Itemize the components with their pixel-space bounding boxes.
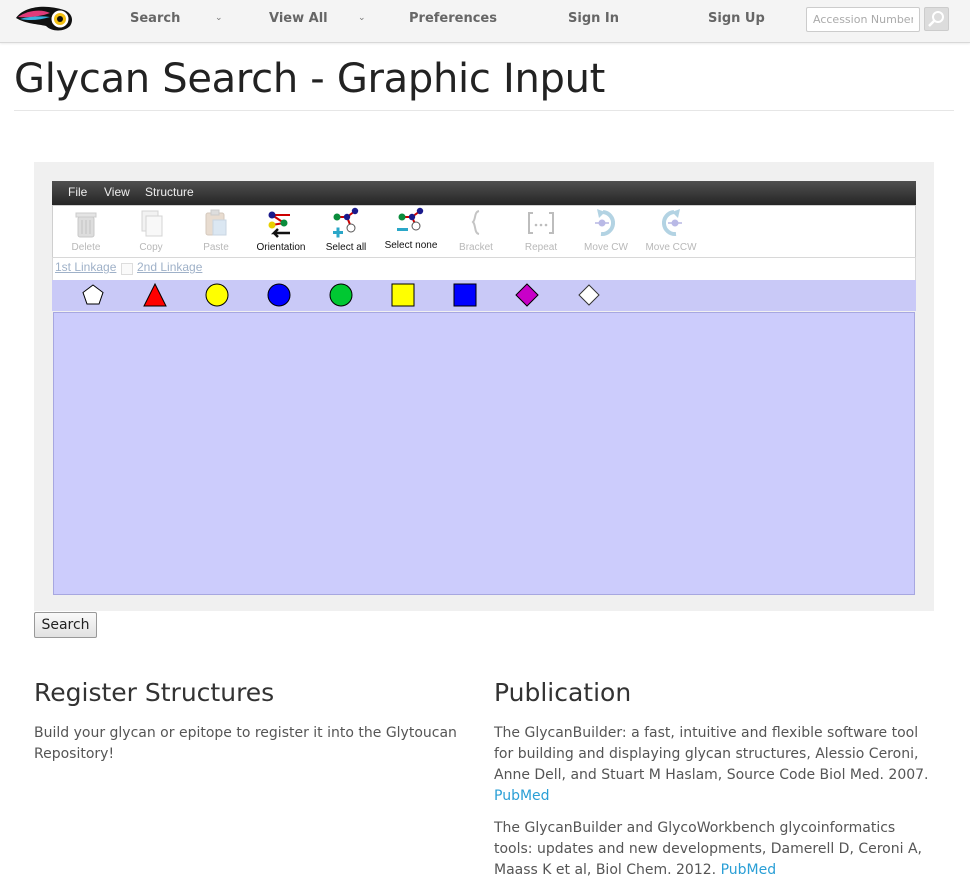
monosaccharide-palette	[52, 280, 916, 311]
nav-sign-in[interactable]: Sign In	[568, 11, 619, 26]
move-ccw-icon	[661, 209, 682, 237]
view-all-dropdown-chevron-icon[interactable]: ⌄	[358, 13, 366, 23]
tool-select-all[interactable]: Select all	[316, 206, 376, 258]
editor-menubar: File View Structure	[52, 181, 916, 205]
green-circle-icon[interactable]	[329, 283, 353, 307]
top-navbar: Search ⌄ View All ⌄ Preferences Sign In …	[0, 0, 970, 43]
tool-bracket-label: Bracket	[459, 242, 493, 253]
repeat-icon	[528, 212, 554, 234]
tool-select-all-label: Select all	[325, 242, 367, 253]
tool-select-none[interactable]: Select none	[381, 206, 441, 258]
blue-square-icon[interactable]	[453, 283, 477, 307]
white-diamond-icon[interactable]	[577, 283, 601, 307]
tool-orientation[interactable]: Orientation	[251, 206, 311, 258]
tool-orientation-label: Orientation	[256, 242, 306, 253]
search-button[interactable]: Search	[34, 612, 97, 638]
yellow-circle-icon[interactable]	[205, 283, 229, 307]
tool-select-none-label: Select none	[384, 240, 438, 251]
publication-ref-1: The GlycanBuilder: a fast, intuitive and…	[494, 723, 934, 807]
first-linkage-link[interactable]: 1st Linkage	[55, 260, 116, 274]
tool-delete-label: Delete	[71, 242, 101, 253]
red-triangle-icon[interactable]	[143, 283, 167, 307]
orientation-icon	[268, 211, 290, 238]
tool-repeat[interactable]: Repeat	[511, 206, 571, 258]
accession-search-button[interactable]	[924, 7, 949, 31]
move-cw-icon	[595, 209, 616, 237]
accession-number-input[interactable]	[806, 7, 920, 32]
select-all-icon	[333, 207, 359, 238]
purple-diamond-icon[interactable]	[515, 283, 539, 307]
register-heading: Register Structures	[34, 678, 275, 707]
publication-ref-2: The GlycanBuilder and GlycoWorkbench gly…	[494, 818, 934, 881]
select-none-icon	[397, 207, 424, 231]
delete-icon	[75, 212, 97, 238]
toucan-logo-icon[interactable]	[14, 4, 74, 34]
publication-ref-2-text: The GlycanBuilder and GlycoWorkbench gly…	[494, 820, 922, 878]
linkage-bar: 1st Linkage 2nd Linkage	[52, 257, 916, 281]
nav-sign-up[interactable]: Sign Up	[708, 11, 765, 26]
nav-search[interactable]: Search	[130, 11, 180, 26]
nav-preferences[interactable]: Preferences	[409, 11, 497, 26]
tool-paste-label: Paste	[203, 242, 229, 253]
second-linkage-link[interactable]: 2nd Linkage	[137, 260, 202, 274]
white-pentagon-icon[interactable]	[81, 283, 105, 307]
magnifier-icon	[928, 11, 944, 27]
yellow-square-icon[interactable]	[391, 283, 415, 307]
tool-move-ccw[interactable]: Move CCW	[641, 206, 701, 258]
search-dropdown-chevron-icon[interactable]: ⌄	[215, 13, 223, 23]
tool-delete[interactable]: Delete	[56, 206, 116, 258]
publication-ref-1-text: The GlycanBuilder: a fast, intuitive and…	[494, 725, 929, 783]
structure-canvas[interactable]	[53, 312, 915, 595]
tool-copy-label: Copy	[139, 242, 163, 253]
title-divider	[14, 110, 954, 111]
tool-repeat-label: Repeat	[524, 242, 558, 253]
publication-heading: Publication	[494, 678, 632, 707]
pubmed-link-1[interactable]: PubMed	[494, 788, 550, 804]
tool-move-cw[interactable]: Move CW	[576, 206, 636, 258]
linkage-checkbox[interactable]	[121, 263, 133, 275]
paste-icon	[205, 209, 227, 236]
tool-move-ccw-label: Move CCW	[645, 242, 697, 253]
tool-move-cw-label: Move CW	[584, 242, 628, 253]
bracket-icon	[471, 210, 480, 235]
menu-structure[interactable]: Structure	[145, 185, 194, 199]
menu-file[interactable]: File	[68, 185, 87, 199]
page-title: Glycan Search - Graphic Input	[14, 56, 606, 102]
nav-view-all[interactable]: View All	[269, 11, 328, 26]
tool-paste[interactable]: Paste	[186, 206, 246, 258]
copy-icon	[141, 210, 163, 237]
menu-view[interactable]: View	[104, 185, 130, 199]
pubmed-link-2[interactable]: PubMed	[721, 862, 777, 878]
blue-circle-icon[interactable]	[267, 283, 291, 307]
tool-copy[interactable]: Copy	[121, 206, 181, 258]
editor-toolbar: Delete Copy Paste Orientation Select all…	[52, 205, 916, 259]
register-text: Build your glycan or epitope to register…	[34, 725, 457, 762]
tool-bracket[interactable]: Bracket	[446, 206, 506, 258]
